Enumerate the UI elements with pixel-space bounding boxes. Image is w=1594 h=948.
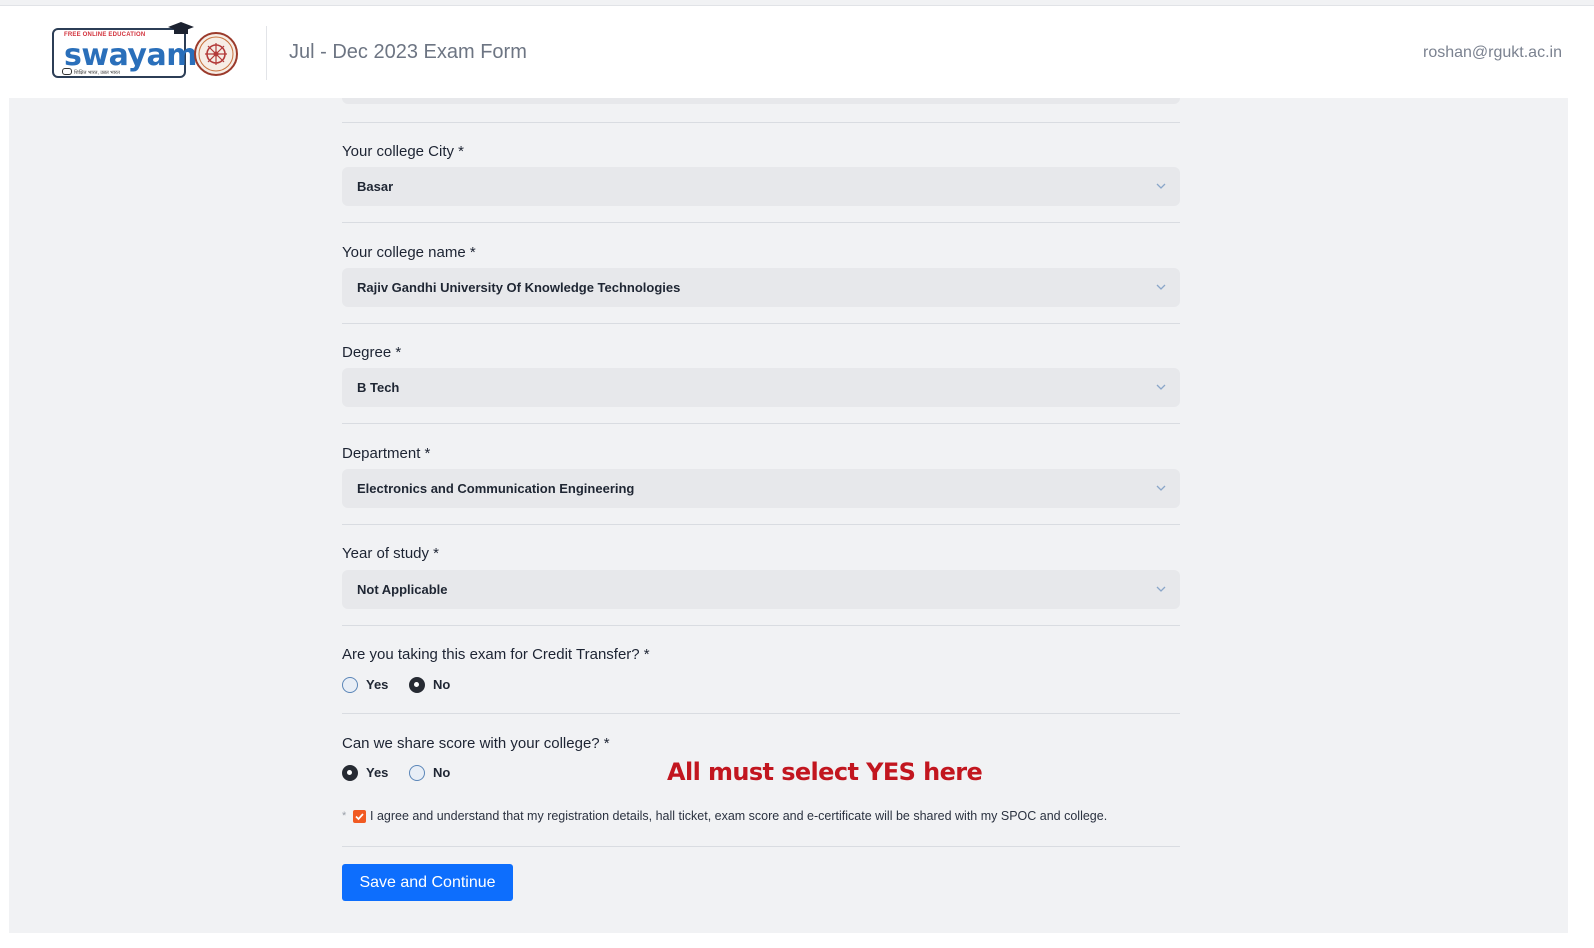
college-city-value: Basar <box>357 179 394 194</box>
year-of-study-select[interactable]: Not Applicable <box>342 570 1180 609</box>
college-city-select[interactable]: Basar <box>342 167 1180 206</box>
agreement-checkbox[interactable] <box>353 810 366 823</box>
mouse-icon <box>62 68 72 75</box>
chevron-down-icon <box>1156 284 1166 290</box>
page-title: Jul - Dec 2023 Exam Form <box>289 41 527 63</box>
year-of-study-value: Not Applicable <box>357 582 448 597</box>
college-city-label: Your college City * <box>342 143 465 160</box>
swayam-logo[interactable]: FREE ONLINE EDUCATION swayam शिक्षित भार… <box>52 22 197 78</box>
divider <box>342 524 1180 525</box>
share-score-yes-radio[interactable]: Yes <box>342 763 397 783</box>
user-email[interactable]: roshan@rgukt.ac.in <box>1423 44 1562 62</box>
required-marker: * <box>342 810 347 822</box>
radio-unselected-icon <box>409 765 425 781</box>
radio-unselected-icon <box>342 677 358 693</box>
credit-transfer-question: Are you taking this exam for Credit Tran… <box>342 646 650 663</box>
radio-selected-icon <box>409 677 425 693</box>
year-of-study-label: Year of study * <box>342 545 440 562</box>
header-divider <box>266 26 267 80</box>
chevron-down-icon <box>1156 586 1166 592</box>
instruction-annotation: All must select YES here <box>667 758 983 786</box>
chevron-down-icon <box>1156 485 1166 491</box>
divider <box>342 222 1180 223</box>
credit-transfer-yes-radio[interactable]: Yes <box>342 675 397 695</box>
department-value: Electronics and Communication Engineerin… <box>357 481 635 496</box>
radio-label: Yes <box>366 765 389 780</box>
department-select[interactable]: Electronics and Communication Engineerin… <box>342 469 1180 508</box>
radio-label: No <box>433 765 451 780</box>
agreement-text: I agree and understand that my registrat… <box>370 809 1108 823</box>
share-score-radio-group: Yes No <box>342 763 542 783</box>
save-and-continue-button[interactable]: Save and Continue <box>342 864 513 901</box>
radio-selected-icon <box>342 765 358 781</box>
form-container: Your college City * Basar Your college n… <box>9 98 1594 933</box>
chevron-down-icon <box>1156 384 1166 390</box>
exam-form: Your college City * Basar Your college n… <box>342 98 1180 933</box>
credit-transfer-radio-group: Yes No <box>342 675 542 695</box>
share-score-no-radio[interactable]: No <box>409 763 464 783</box>
degree-select[interactable]: B Tech <box>342 368 1180 407</box>
graduation-cap-icon <box>168 22 194 34</box>
department-label: Department * <box>342 445 431 462</box>
logo-subtext: शिक्षित भारत, उन्नत भारत <box>74 70 120 76</box>
credit-transfer-no-radio[interactable]: No <box>409 675 464 695</box>
college-name-value: Rajiv Gandhi University Of Knowledge Tec… <box>357 280 681 295</box>
app-header: FREE ONLINE EDUCATION swayam शिक्षित भार… <box>0 6 1594 98</box>
divider <box>342 423 1180 424</box>
radio-label: Yes <box>366 677 389 692</box>
previous-select-field[interactable] <box>342 98 1180 104</box>
radio-label: No <box>433 677 451 692</box>
checkmark-icon <box>355 813 364 821</box>
college-name-select[interactable]: Rajiv Gandhi University Of Knowledge Tec… <box>342 268 1180 307</box>
page-right-edge <box>1568 98 1594 933</box>
divider <box>342 846 1180 847</box>
chevron-down-icon <box>1156 183 1166 189</box>
divider <box>342 713 1180 714</box>
degree-label: Degree * <box>342 344 402 361</box>
degree-value: B Tech <box>357 380 400 395</box>
ministry-emblem-icon <box>194 32 238 76</box>
share-score-question: Can we share score with your college? * <box>342 735 610 752</box>
college-name-label: Your college name * <box>342 244 476 261</box>
divider <box>342 122 1180 123</box>
divider <box>342 323 1180 324</box>
divider <box>342 625 1180 626</box>
logo-wordmark: swayam <box>64 38 197 73</box>
agreement-row: * I agree and understand that my registr… <box>342 808 1180 826</box>
